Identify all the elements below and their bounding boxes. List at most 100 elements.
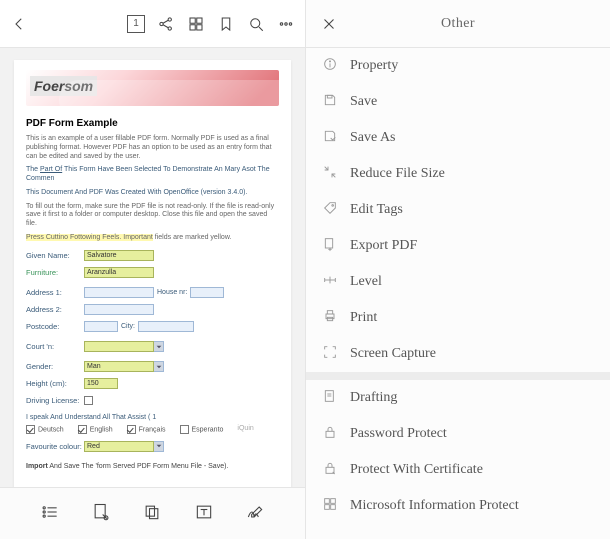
signature-icon[interactable] bbox=[245, 502, 265, 525]
favcolour-label: Favourite colour: bbox=[26, 442, 84, 451]
francais-checkbox[interactable] bbox=[127, 425, 136, 434]
menu-list: Property Save Save As Reduce File Size E… bbox=[306, 48, 610, 539]
menu-label: Edit Tags bbox=[350, 202, 403, 218]
driving-checkbox[interactable] bbox=[84, 396, 93, 405]
intro-text: This is an example of a user fillable PD… bbox=[26, 135, 279, 161]
given-name-input[interactable]: Salvatore bbox=[84, 250, 154, 261]
menu-label: Export PDF bbox=[350, 238, 417, 254]
form-title: PDF Form Example bbox=[26, 118, 279, 129]
fillout-text: To fill out the form, make sure the PDF … bbox=[26, 203, 279, 229]
highlight-line: The Part Of This Form Have Been Selected… bbox=[26, 166, 279, 184]
export-icon bbox=[322, 236, 338, 257]
menu-print[interactable]: Print bbox=[306, 300, 610, 336]
menu-save[interactable]: Save bbox=[306, 84, 610, 120]
footer-note: Import And Save The 'form Served PDF For… bbox=[26, 463, 279, 470]
menu-label: Drafting bbox=[350, 390, 397, 406]
menu-label: Screen Capture bbox=[350, 346, 436, 362]
menu-mip[interactable]: Microsoft Information Protect bbox=[306, 488, 610, 524]
more-icon[interactable] bbox=[277, 15, 295, 33]
other-header: Other bbox=[306, 0, 610, 48]
menu-label: Password Protect bbox=[350, 426, 447, 442]
deutsch-checkbox[interactable] bbox=[26, 425, 35, 434]
language-row: Deutsch English Français Esperanto iQuin bbox=[26, 423, 279, 439]
bookmark-icon[interactable] bbox=[217, 15, 235, 33]
page-number-indicator[interactable]: 1 bbox=[127, 15, 145, 33]
menu-export-pdf[interactable]: Export PDF bbox=[306, 228, 610, 264]
address1-label: Address 1: bbox=[26, 288, 84, 297]
list-icon[interactable] bbox=[40, 502, 60, 525]
menu-drafting[interactable]: Drafting bbox=[306, 380, 610, 416]
grid-icon bbox=[322, 496, 338, 517]
compress-icon bbox=[322, 164, 338, 185]
share-icon[interactable] bbox=[157, 15, 175, 33]
furniture-label: Furniture: bbox=[26, 268, 84, 277]
height-label: Height (cm): bbox=[26, 379, 84, 388]
panel-title: Other bbox=[338, 16, 578, 32]
court-select[interactable] bbox=[84, 341, 164, 352]
city-input[interactable] bbox=[138, 321, 194, 332]
capture-icon bbox=[322, 344, 338, 365]
info-icon bbox=[322, 56, 338, 77]
text-icon[interactable] bbox=[194, 502, 214, 525]
close-icon[interactable] bbox=[320, 15, 338, 33]
print-icon bbox=[322, 308, 338, 329]
back-icon[interactable] bbox=[10, 15, 28, 33]
tag-icon bbox=[322, 200, 338, 221]
certificate-icon bbox=[322, 460, 338, 481]
speak-label: I speak And Understand All That Assist (… bbox=[26, 414, 279, 423]
furniture-input[interactable]: Aranzulla bbox=[84, 267, 154, 278]
top-toolbar: 1 bbox=[0, 0, 305, 48]
banner: Foersom bbox=[26, 70, 279, 106]
chevron-down-icon bbox=[154, 341, 164, 352]
given-name-label: Given Name: bbox=[26, 251, 84, 260]
gender-select[interactable]: Man bbox=[84, 361, 164, 372]
menu-save-as[interactable]: Save As bbox=[306, 120, 610, 156]
menu-label: Print bbox=[350, 310, 377, 326]
address2-label: Address 2: bbox=[26, 305, 84, 314]
menu-password-protect[interactable]: Password Protect bbox=[306, 416, 610, 452]
other-menu-panel: Other Property Save Save As Reduce File … bbox=[305, 0, 610, 539]
city-label: City: bbox=[121, 323, 135, 330]
menu-property[interactable]: Property bbox=[306, 48, 610, 84]
banner-title: Foersom bbox=[30, 76, 97, 96]
menu-label: Property bbox=[350, 58, 398, 74]
required-text: Press Cuttino Fottowing Feels. Important… bbox=[26, 234, 279, 243]
draft-icon bbox=[322, 388, 338, 409]
pdf-page: Foersom PDF Form Example This is an exam… bbox=[14, 60, 291, 487]
separator bbox=[306, 372, 610, 380]
menu-label: Save bbox=[350, 94, 377, 110]
menu-reduce-size[interactable]: Reduce File Size bbox=[306, 156, 610, 192]
bottom-toolbar bbox=[0, 487, 305, 539]
housenr-input[interactable] bbox=[190, 287, 224, 298]
menu-screen-capture[interactable]: Screen Capture bbox=[306, 336, 610, 372]
chevron-down-icon bbox=[154, 361, 164, 372]
menu-edit-tags[interactable]: Edit Tags bbox=[306, 192, 610, 228]
menu-level[interactable]: Level bbox=[306, 264, 610, 300]
menu-protect-certificate[interactable]: Protect With Certificate bbox=[306, 452, 610, 488]
copy-icon[interactable] bbox=[142, 502, 162, 525]
lock-icon bbox=[322, 424, 338, 445]
menu-label: Microsoft Information Protect bbox=[350, 498, 519, 514]
court-label: Court 'n: bbox=[26, 342, 84, 351]
search-icon[interactable] bbox=[247, 15, 265, 33]
thumbnails-icon[interactable] bbox=[187, 15, 205, 33]
page-edit-icon[interactable] bbox=[91, 502, 111, 525]
driving-label: Driving License: bbox=[26, 396, 84, 405]
chevron-down-icon bbox=[154, 441, 164, 452]
english-checkbox[interactable] bbox=[78, 425, 87, 434]
address2-input[interactable] bbox=[84, 304, 154, 315]
height-input[interactable]: 150 bbox=[84, 378, 118, 389]
save-icon bbox=[322, 92, 338, 113]
postcode-label: Postcode: bbox=[26, 322, 84, 331]
viewer-pane: 1 Foersom PDF Form Example This is an ex… bbox=[0, 0, 305, 539]
favcolour-select[interactable]: Red bbox=[84, 441, 164, 452]
menu-label: Level bbox=[350, 274, 382, 290]
level-icon bbox=[322, 272, 338, 293]
housenr-label: House nr: bbox=[157, 289, 187, 296]
menu-label: Reduce File Size bbox=[350, 166, 445, 182]
address1-input[interactable] bbox=[84, 287, 154, 298]
postcode-input[interactable] bbox=[84, 321, 118, 332]
menu-label: Save As bbox=[350, 130, 396, 146]
document-area[interactable]: Foersom PDF Form Example This is an exam… bbox=[0, 48, 305, 487]
esperanto-checkbox[interactable] bbox=[180, 425, 189, 434]
